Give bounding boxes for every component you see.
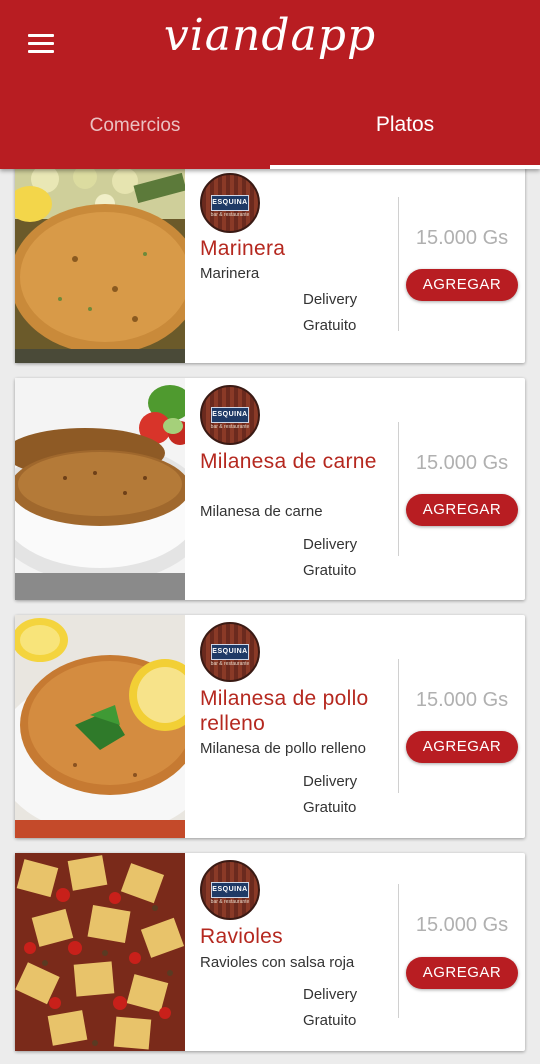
milanesa-photo [15,378,185,600]
dish-description: Ravioles con salsa roja [200,954,355,971]
app-logo: viandapp [163,10,377,61]
tab-comercios[interactable]: Comercios [0,88,270,169]
dish-card[interactable]: ESQUINA bar & restaurante Marinera Marin… [15,169,525,363]
restaurant-logo-icon: ESQUINA bar & restaurante [200,385,260,445]
tab-bar: Comercios Platos [0,88,540,169]
restaurant-logo-icon: ESQUINA bar & restaurante [200,622,260,682]
tab-platos[interactable]: Platos [270,88,540,169]
dish-card[interactable]: ESQUINA bar & restaurante Ravioles Ravio… [15,853,525,1051]
dish-price: 15.000 Gs [415,689,509,711]
restaurant-logo-icon: ESQUINA bar & restaurante [200,860,260,920]
add-to-cart-button[interactable]: AGREGAR [406,269,518,301]
dish-name: Marinera [200,237,286,260]
breaded-fish-photo [15,169,185,363]
dish-name: Ravioles [200,925,283,948]
restaurant-logo-icon: ESQUINA bar & restaurante [200,173,260,233]
divider [398,659,399,793]
dish-name: Milanesa de pollo relleno [200,687,369,735]
dish-card[interactable]: ESQUINA bar & restaurante Milanesa de ca… [15,378,525,600]
dish-price: 15.000 Gs [415,452,509,474]
dish-description: Milanesa de carne [200,503,323,520]
divider [398,422,399,556]
divider [398,197,399,331]
add-to-cart-button[interactable]: AGREGAR [406,731,518,763]
dish-price: 15.000 Gs [415,914,509,936]
dish-card[interactable]: ESQUINA bar & restaurante Milanesa de po… [15,615,525,838]
dish-description: Milanesa de pollo relleno [200,740,366,757]
dish-description: Marinera [200,265,260,282]
divider [398,884,399,1018]
add-to-cart-button[interactable]: AGREGAR [406,957,518,989]
app-bar: viandapp Comercios Platos [0,0,540,169]
delivery-label: Delivery Gratuito [303,773,358,816]
chicken-milanesa-photo [15,615,185,838]
delivery-label: Delivery Gratuito [303,536,358,579]
dish-list[interactable]: ESQUINA bar & restaurante Marinera Marin… [0,169,540,1064]
dish-name: Milanesa de carne [200,450,377,473]
delivery-label: Delivery Gratuito [303,986,358,1029]
add-to-cart-button[interactable]: AGREGAR [406,494,518,526]
ravioli-photo [15,853,185,1051]
delivery-label: Delivery Gratuito [303,291,358,334]
dish-price: 15.000 Gs [415,227,509,249]
